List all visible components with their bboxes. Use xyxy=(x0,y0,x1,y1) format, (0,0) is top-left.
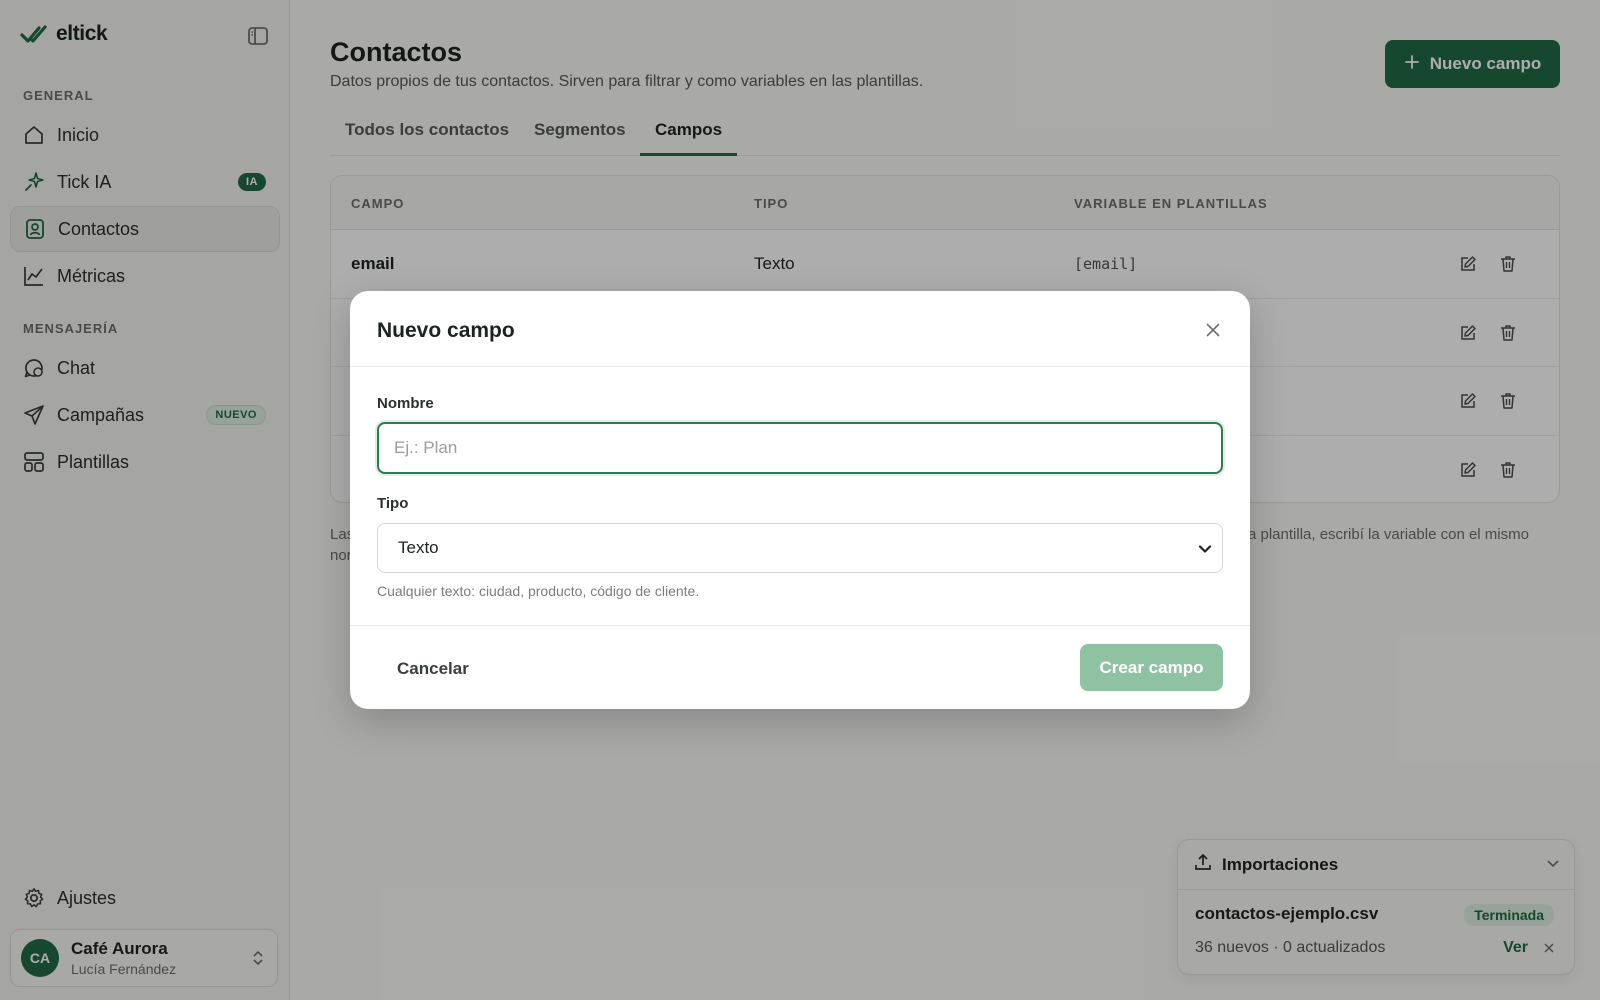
new-field-dialog: Nuevo campo Nombre Tipo Texto Cualquier … xyxy=(350,291,1250,709)
cancel-button[interactable]: Cancelar xyxy=(397,659,469,679)
name-input[interactable] xyxy=(377,422,1223,474)
close-icon[interactable] xyxy=(1202,319,1224,341)
name-field-label: Nombre xyxy=(377,395,434,412)
type-help-text: Cualquier texto: ciudad, producto, códig… xyxy=(377,583,700,599)
dialog-header: Nuevo campo xyxy=(350,291,1250,367)
dialog-footer: Cancelar Crear campo xyxy=(350,625,1250,709)
dialog-title: Nuevo campo xyxy=(377,319,515,342)
chevron-down-icon xyxy=(1198,541,1212,561)
type-select-value: Texto xyxy=(398,538,439,557)
type-field-label: Tipo xyxy=(377,495,409,512)
type-select[interactable]: Texto xyxy=(377,523,1223,573)
create-field-button[interactable]: Crear campo xyxy=(1080,644,1223,691)
